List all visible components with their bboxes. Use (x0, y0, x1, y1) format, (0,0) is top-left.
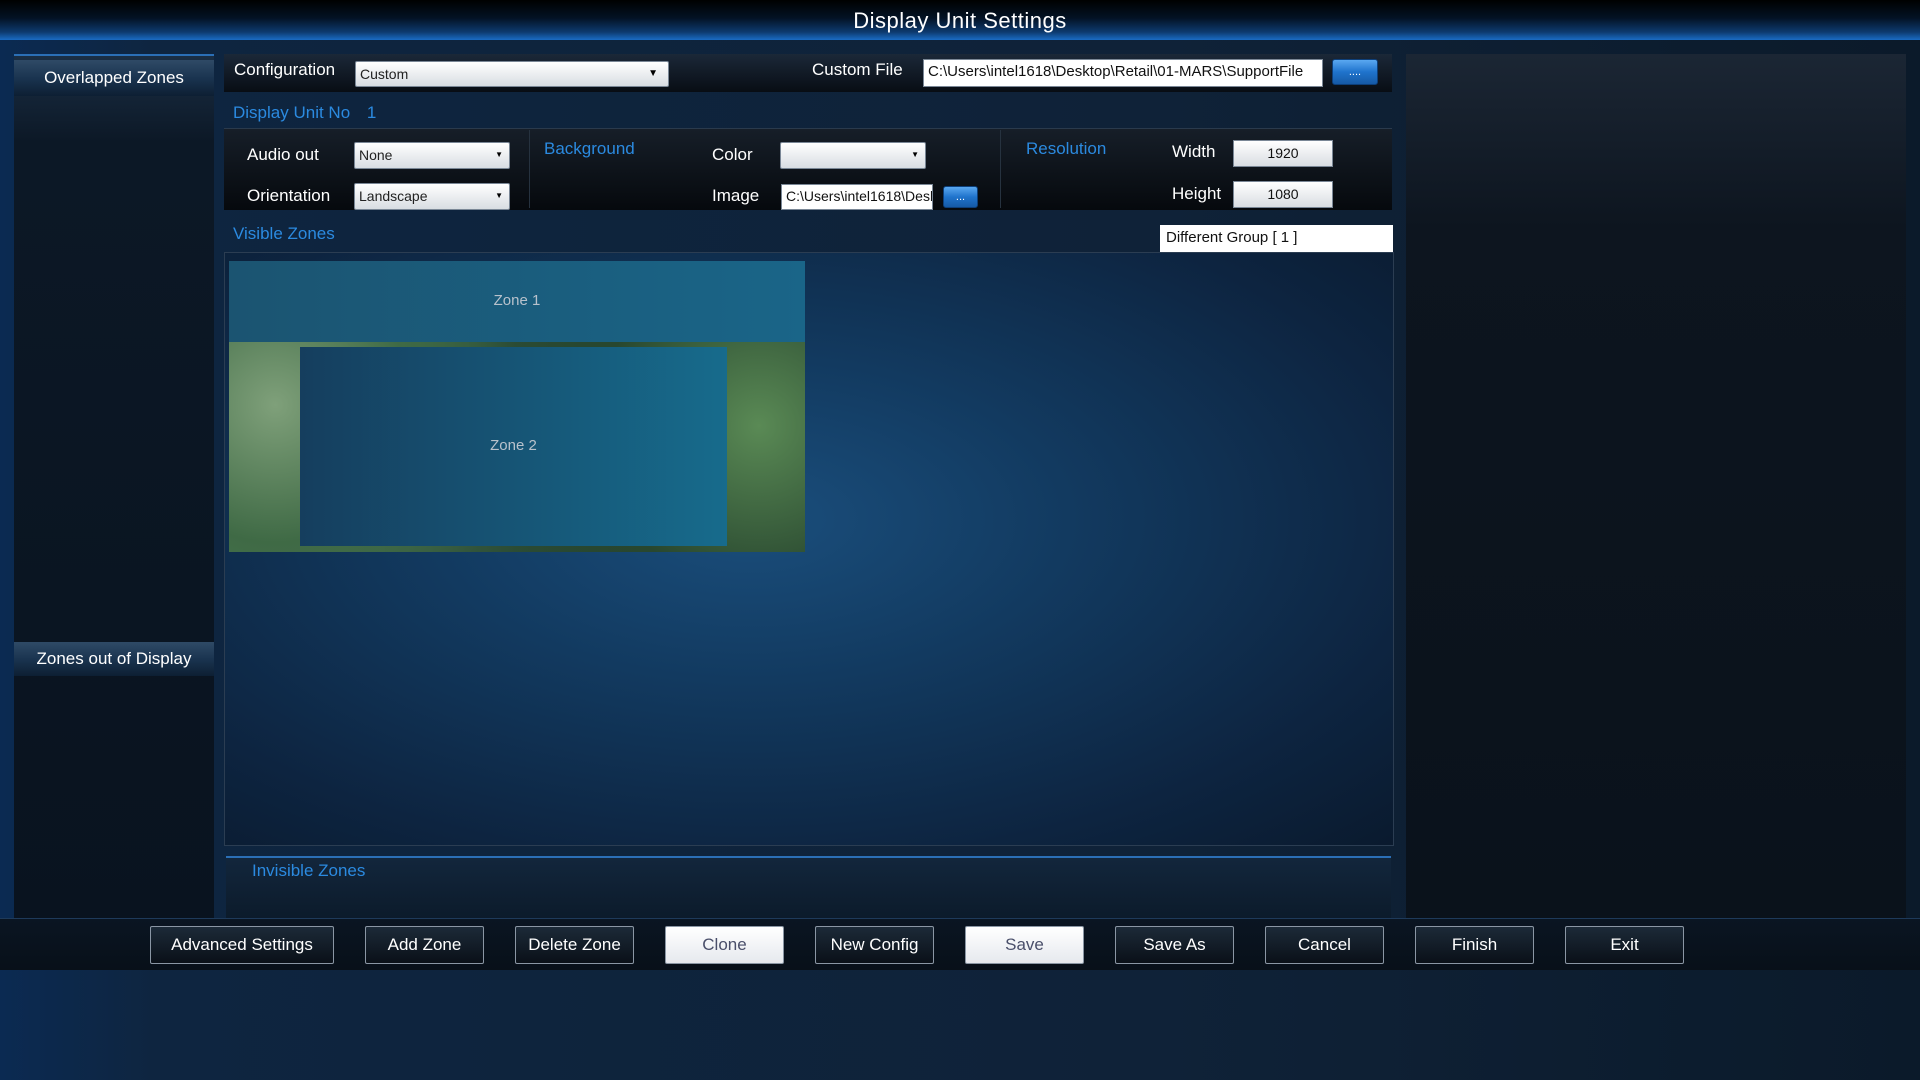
clone-button[interactable]: Clone (665, 926, 784, 964)
different-group-tag[interactable]: Different Group [ 1 ] (1160, 225, 1393, 253)
advanced-settings-button[interactable]: Advanced Settings (150, 926, 334, 964)
audio-out-dropdown[interactable]: None ▼ (354, 142, 510, 169)
width-label: Width (1172, 142, 1216, 161)
overlapped-zones-header: Overlapped Zones (14, 60, 214, 96)
configuration-dropdown[interactable]: Custom ▼ (355, 61, 669, 87)
overlapped-zones-list[interactable] (14, 96, 214, 636)
dropdown-arrow-icon: ▼ (648, 68, 658, 79)
settings-divider-2 (1000, 130, 1001, 208)
zone-1-label: Zone 1 (493, 292, 541, 309)
color-label: Color (712, 145, 753, 164)
display-unit-label: Display Unit No 1 (233, 103, 377, 122)
title-bar: Display Unit Settings (0, 0, 1920, 40)
height-field[interactable]: 1080 (1233, 181, 1333, 208)
exit-button[interactable]: Exit (1565, 926, 1684, 964)
resolution-label: Resolution (1026, 139, 1107, 158)
save-as-button[interactable]: Save As (1115, 926, 1234, 964)
add-zone-button[interactable]: Add Zone (365, 926, 484, 964)
visible-zones-label: Visible Zones (233, 224, 335, 243)
finish-button[interactable]: Finish (1415, 926, 1534, 964)
configuration-label: Configuration (234, 60, 336, 79)
invisible-zones-panel[interactable] (226, 856, 1391, 918)
custom-file-browse-button[interactable]: .... (1332, 59, 1378, 85)
image-label: Image (712, 186, 760, 205)
custom-file-label: Custom File (812, 60, 903, 79)
save-button[interactable]: Save (965, 926, 1084, 964)
dropdown-arrow-icon: ▼ (495, 150, 503, 159)
dropdown-arrow-icon: ▼ (495, 191, 503, 200)
delete-zone-button[interactable]: Delete Zone (515, 926, 634, 964)
window-title: Display Unit Settings (853, 8, 1067, 33)
audio-out-label: Audio out (247, 145, 319, 164)
zones-out-of-display-header: Zones out of Display (14, 642, 214, 676)
zones-out-of-display-list[interactable] (14, 676, 214, 916)
right-panel (1406, 54, 1906, 920)
image-path-field[interactable]: C:\Users\intel1618\Desktop (781, 184, 933, 210)
invisible-zones-label: Invisible Zones (252, 861, 366, 880)
orientation-label: Orientation (247, 186, 331, 205)
dropdown-arrow-icon: ▼ (911, 150, 919, 159)
image-browse-button[interactable]: ... (943, 186, 978, 208)
custom-file-field[interactable]: C:\Users\intel1618\Desktop\Retail\01-MAR… (923, 59, 1323, 87)
cancel-button[interactable]: Cancel (1265, 926, 1384, 964)
new-config-button[interactable]: New Config (815, 926, 934, 964)
background-label: Background (544, 139, 635, 158)
height-label: Height (1172, 184, 1222, 203)
settings-divider-1 (529, 130, 530, 208)
orientation-dropdown[interactable]: Landscape ▼ (354, 183, 510, 210)
color-dropdown[interactable]: ▼ (780, 142, 926, 169)
display-unit-number: 1 (366, 103, 377, 122)
zone-1[interactable]: Zone 1 (229, 261, 805, 343)
width-field[interactable]: 1920 (1233, 140, 1333, 167)
zone-2[interactable]: Zone 2 (300, 347, 727, 546)
zone-2-label: Zone 2 (490, 437, 537, 454)
